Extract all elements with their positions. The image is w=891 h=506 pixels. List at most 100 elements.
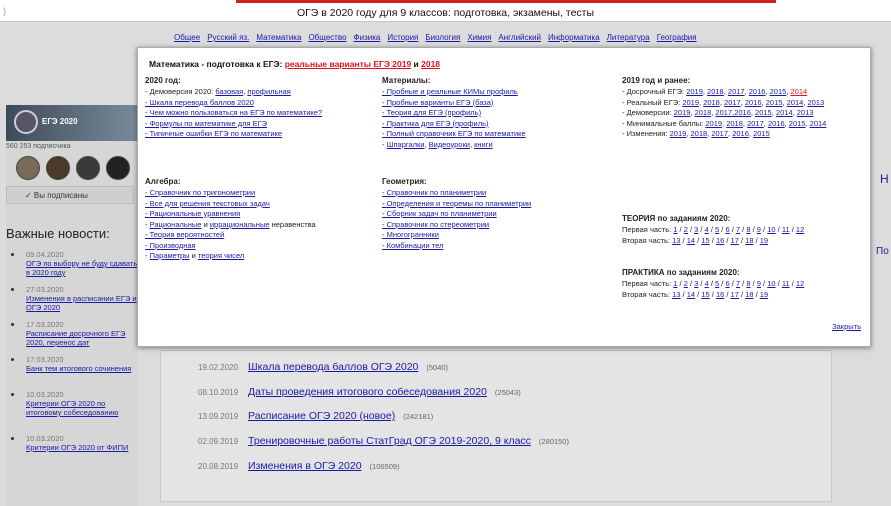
- books-link[interactable]: книги: [474, 140, 493, 149]
- year-link[interactable]: 2015: [770, 87, 787, 96]
- year-link[interactable]: 2017: [724, 98, 741, 107]
- task-link[interactable]: 5: [715, 279, 719, 288]
- algebra-link[interactable]: - Справочник по тригонометрии: [145, 188, 375, 199]
- task-link[interactable]: 19: [760, 290, 768, 299]
- year-link[interactable]: 2015: [766, 98, 783, 107]
- subject-link[interactable]: Английский: [498, 33, 541, 42]
- demo-base-link[interactable]: базовая: [215, 87, 243, 96]
- news-link[interactable]: Изменения в расписании ЕГЭ и ОГЭ 2020: [26, 294, 138, 312]
- popup-title-link-2018[interactable]: 2018: [421, 59, 440, 69]
- avatar[interactable]: [46, 156, 70, 180]
- close-link[interactable]: Закрыть: [832, 322, 861, 331]
- news-link[interactable]: Расписание досрочного ЕГЭ 2020, перенос …: [26, 329, 138, 347]
- task-link[interactable]: 3: [694, 279, 698, 288]
- task-link[interactable]: 1: [673, 279, 677, 288]
- task-link[interactable]: 15: [701, 290, 709, 299]
- subject-link[interactable]: Общее: [174, 33, 200, 42]
- task-link[interactable]: 18: [745, 290, 753, 299]
- task-link[interactable]: 16: [716, 236, 724, 245]
- number-theory-link[interactable]: теория чисел: [198, 251, 244, 260]
- subject-link[interactable]: Химия: [467, 33, 491, 42]
- materials-link[interactable]: - Теория для ЕГЭ (профиль): [382, 108, 612, 119]
- article-link[interactable]: Шкала перевода баллов ОГЭ 2020: [248, 361, 418, 373]
- subject-link[interactable]: Физика: [354, 33, 381, 42]
- year-link[interactable]: 2018: [707, 87, 724, 96]
- group-banner[interactable]: ЕГЭ 2020: [6, 105, 138, 141]
- year-link[interactable]: 2013: [807, 98, 824, 107]
- article-link[interactable]: Расписание ОГЭ 2020 (новое): [248, 410, 395, 422]
- year-link[interactable]: 2019: [686, 87, 703, 96]
- news-link[interactable]: Критерии ОГЭ 2020 по итоговому собеседов…: [26, 399, 138, 417]
- materials-link[interactable]: - Полный справочник ЕГЭ по математике: [382, 129, 612, 140]
- task-link[interactable]: 8: [746, 225, 750, 234]
- popup-link[interactable]: - Чем можно пользоваться на ЕГЭ по матем…: [145, 108, 375, 119]
- algebra-link[interactable]: - Все для решения текстовых задач: [145, 199, 375, 210]
- year-link[interactable]: 2015: [753, 129, 770, 138]
- task-link[interactable]: 16: [716, 290, 724, 299]
- task-link[interactable]: 7: [736, 279, 740, 288]
- popup-title-link-2019[interactable]: реальные варианты ЕГЭ 2019: [285, 59, 411, 69]
- demo-profile-link[interactable]: профильная: [247, 87, 290, 96]
- params-link[interactable]: Параметры: [150, 251, 190, 260]
- task-link[interactable]: 17: [731, 236, 739, 245]
- popup-link[interactable]: - Шкала перевода баллов 2020: [145, 98, 375, 109]
- subject-link[interactable]: География: [657, 33, 697, 42]
- geometry-link[interactable]: - Комбинации тел: [382, 241, 612, 252]
- task-link[interactable]: 5: [715, 225, 719, 234]
- geometry-link[interactable]: - Многогранники: [382, 230, 612, 241]
- task-link[interactable]: 9: [757, 225, 761, 234]
- subject-link[interactable]: Биология: [425, 33, 460, 42]
- year-link[interactable]: 2019: [682, 98, 699, 107]
- edge-link-fragment[interactable]: По: [876, 246, 889, 257]
- news-link[interactable]: ОГЭ по выбору не буду сдавать в 2020 год…: [26, 259, 138, 277]
- task-link[interactable]: 17: [731, 290, 739, 299]
- cheatsheets-link[interactable]: Шпаргалки: [387, 140, 425, 149]
- materials-link[interactable]: - Практика для ЕГЭ (профиль): [382, 119, 612, 130]
- year-link[interactable]: 2015: [789, 119, 806, 128]
- popup-link[interactable]: - Типичные ошибки ЕГЭ по математике: [145, 129, 375, 140]
- task-link[interactable]: 14: [687, 290, 695, 299]
- task-link[interactable]: 7: [736, 225, 740, 234]
- subject-link[interactable]: Математика: [256, 33, 301, 42]
- geometry-link[interactable]: - Определения и теоремы по планиметрии: [382, 199, 612, 210]
- year-link[interactable]: 2016: [768, 119, 785, 128]
- year-link[interactable]: 2016: [732, 129, 749, 138]
- avatar[interactable]: [106, 156, 130, 180]
- year-link[interactable]: 2017: [747, 119, 764, 128]
- year-link[interactable]: 2019: [705, 119, 722, 128]
- year-link[interactable]: 2019: [670, 129, 687, 138]
- task-link[interactable]: 6: [725, 225, 729, 234]
- irrational-link[interactable]: иррациональные: [210, 220, 270, 229]
- task-link[interactable]: 6: [725, 279, 729, 288]
- task-link[interactable]: 8: [746, 279, 750, 288]
- year-link[interactable]: 2014: [810, 119, 827, 128]
- algebra-link[interactable]: - Теория вероятностей: [145, 230, 375, 241]
- algebra-link[interactable]: - Рациональные уравнения: [145, 209, 375, 220]
- article-link[interactable]: Даты проведения итогового собеседования …: [248, 386, 487, 398]
- task-link[interactable]: 14: [687, 236, 695, 245]
- task-link[interactable]: 15: [701, 236, 709, 245]
- algebra-link[interactable]: - Производная: [145, 241, 375, 252]
- subject-link[interactable]: Обществo: [308, 33, 346, 42]
- subject-link[interactable]: Русский яз.: [207, 33, 249, 42]
- geometry-link[interactable]: - Справочник по стереометрии: [382, 220, 612, 231]
- task-link[interactable]: 19: [760, 236, 768, 245]
- task-link[interactable]: 4: [705, 279, 709, 288]
- year-link[interactable]: 2017,2016: [715, 108, 750, 117]
- year-link[interactable]: 2017: [711, 129, 728, 138]
- year-link[interactable]: 2018: [726, 119, 743, 128]
- news-link[interactable]: Критерии ОГЭ 2020 от ФИПИ: [26, 443, 138, 452]
- task-link[interactable]: 3: [694, 225, 698, 234]
- year-link[interactable]: 2016: [745, 98, 762, 107]
- subscribed-button[interactable]: ✓ Вы подписаны: [6, 186, 134, 204]
- task-link[interactable]: 1: [673, 225, 677, 234]
- year-link[interactable]: 2015: [755, 108, 772, 117]
- task-link[interactable]: 13: [672, 236, 680, 245]
- task-link[interactable]: 10: [767, 279, 775, 288]
- article-link[interactable]: Изменения в ОГЭ 2020: [248, 460, 362, 472]
- rational-link[interactable]: Рациональные: [150, 220, 202, 229]
- task-link[interactable]: 10: [767, 225, 775, 234]
- geometry-link[interactable]: - Сборник задач по планиметрии: [382, 209, 612, 220]
- task-link[interactable]: 11: [782, 225, 790, 234]
- year-link[interactable]: 2014: [790, 87, 807, 96]
